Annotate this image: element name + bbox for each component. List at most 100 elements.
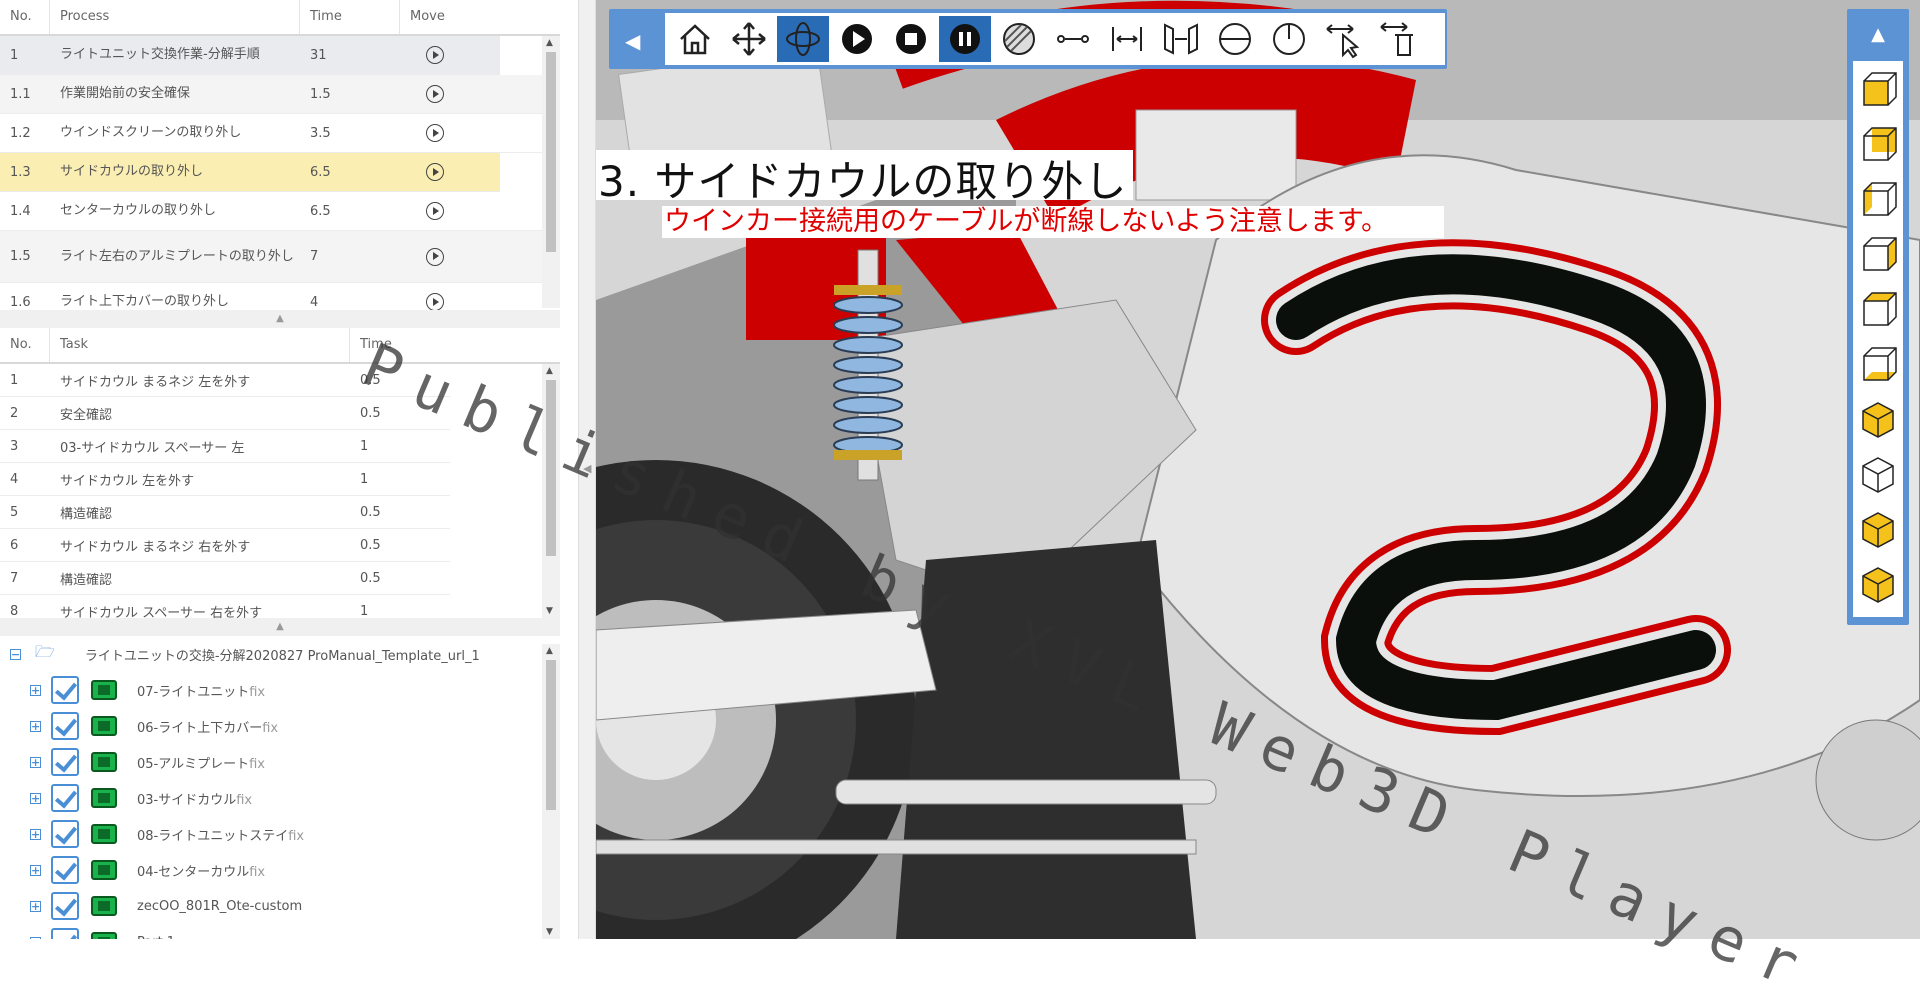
process-row[interactable]: 1 ライトユニット交換作業-分解手順 31 — [0, 36, 500, 75]
scroll-thumb[interactable] — [546, 52, 556, 252]
toolbar-collapse-icon[interactable]: ◀ — [625, 29, 640, 53]
task-row[interactable]: 1 サイドカウル まるネジ 左を外す 0.5 — [0, 364, 450, 397]
measure-pick-button[interactable] — [1317, 16, 1369, 62]
scroll-thumb[interactable] — [546, 660, 556, 810]
play-step-button[interactable] — [400, 36, 460, 74]
visibility-checkbox[interactable] — [51, 676, 79, 704]
play-step-button[interactable] — [400, 153, 460, 191]
pan-button[interactable] — [723, 16, 775, 62]
measure-delete-button[interactable] — [1371, 16, 1423, 62]
collapse-icon[interactable]: − — [10, 648, 21, 660]
right-view-button[interactable] — [1853, 226, 1903, 281]
scroll-down-icon[interactable]: ▼ — [546, 927, 553, 937]
visibility-checkbox[interactable] — [51, 712, 79, 740]
task-row[interactable]: 3 03-サイドカウル スペーサー 左 1 — [0, 430, 450, 463]
play-button[interactable] — [831, 16, 883, 62]
radius-button[interactable] — [1263, 16, 1315, 62]
play-step-button[interactable] — [400, 114, 460, 152]
collapse-up-icon[interactable]: ▲ — [276, 621, 284, 632]
scroll-thumb[interactable] — [546, 380, 556, 556]
tree-item[interactable]: +07-ライトユニットfix — [0, 672, 265, 708]
play-circle-icon[interactable] — [426, 247, 444, 266]
play-circle-icon[interactable] — [426, 124, 444, 142]
process-row[interactable]: 1.5 ライト左右のアルミプレートの取り外し 7 — [0, 231, 560, 283]
scroll-up-icon[interactable]: ▲ — [546, 646, 553, 656]
col-no-header[interactable]: No. — [0, 0, 50, 34]
task-row[interactable]: 7 構造確認 0.5 — [0, 562, 450, 595]
back-view-button[interactable] — [1853, 116, 1903, 171]
home-button[interactable] — [669, 16, 721, 62]
col-task-header[interactable]: Task — [50, 328, 350, 362]
pause-button[interactable] — [939, 16, 991, 62]
tree-item[interactable]: +08-ライトユニットステイfix — [0, 816, 304, 852]
3d-viewport[interactable] — [596, 0, 1920, 939]
col-time-header[interactable]: Time — [350, 328, 560, 362]
visibility-checkbox[interactable] — [51, 748, 79, 776]
expand-icon[interactable]: + — [30, 684, 41, 696]
expand-icon[interactable]: + — [30, 792, 41, 804]
left-view-button[interactable] — [1853, 171, 1903, 226]
play-step-button[interactable] — [400, 75, 460, 113]
play-circle-icon[interactable] — [426, 46, 444, 64]
play-circle-icon[interactable] — [426, 85, 444, 103]
expand-icon[interactable]: + — [30, 828, 41, 840]
task-row[interactable]: 4 サイドカウル 左を外す 1 — [0, 463, 450, 496]
task-row[interactable]: 5 構造確認 0.5 — [0, 496, 450, 529]
play-step-button[interactable] — [400, 192, 460, 230]
tree-item[interactable]: +06-ライト上下カバーfix — [0, 708, 278, 744]
visibility-checkbox[interactable] — [51, 820, 79, 848]
tree-item[interactable]: +03-サイドカウルfix — [0, 780, 252, 816]
expand-icon[interactable]: + — [30, 756, 41, 768]
play-step-button[interactable] — [400, 231, 460, 282]
tree-root[interactable]: − 🗁 ライトユニットの交換-分解2020827 ProManual_Templ… — [0, 636, 480, 672]
distance-points-button[interactable] — [1047, 16, 1099, 62]
pane-splitter-1[interactable]: ▲ — [0, 310, 560, 328]
rotate-button[interactable] — [777, 16, 829, 62]
distance-planes-button[interactable] — [1155, 16, 1207, 62]
iso-view-3-button[interactable] — [1853, 501, 1903, 556]
scroll-up-icon[interactable]: ▲ — [546, 366, 553, 376]
expand-icon[interactable]: + — [30, 864, 41, 876]
scroll-up-icon[interactable]: ▲ — [546, 38, 553, 48]
col-no-header[interactable]: No. — [0, 328, 50, 362]
col-move-header[interactable]: Move — [400, 0, 560, 34]
tree-item[interactable]: +Part 1 — [0, 924, 175, 939]
section-button[interactable] — [993, 16, 1045, 62]
panel-splitter[interactable]: ◀ — [578, 0, 596, 939]
task-row[interactable]: 6 サイドカウル まるネジ 右を外す 0.5 — [0, 529, 450, 562]
bottom-view-button[interactable] — [1853, 336, 1903, 391]
stop-button[interactable] — [885, 16, 937, 62]
process-row[interactable]: 1.4 センターカウルの取り外し 6.5 — [0, 192, 560, 231]
pane-splitter-2[interactable]: ▲ — [0, 618, 560, 636]
visibility-checkbox[interactable] — [51, 892, 79, 920]
task-row[interactable]: 8 サイドカウル スペーサー 右を外す 1 — [0, 595, 450, 619]
top-view-button[interactable] — [1853, 281, 1903, 336]
process-row[interactable]: 1.2 ウインドスクリーンの取り外し 3.5 — [0, 114, 560, 153]
col-time-header[interactable]: Time — [300, 0, 400, 34]
visibility-checkbox[interactable] — [51, 928, 79, 939]
tree-item[interactable]: + zecOO_801R_Ote-custom — [0, 888, 302, 924]
scroll-down-icon[interactable]: ▼ — [546, 606, 553, 616]
task-scrollbar[interactable]: ▲ ▼ — [542, 364, 560, 618]
play-circle-icon[interactable] — [426, 163, 444, 181]
visibility-checkbox[interactable] — [51, 856, 79, 884]
play-circle-icon[interactable] — [426, 202, 444, 220]
process-row[interactable]: 1.1 作業開始前の安全確保 1.5 — [0, 75, 560, 114]
process-scrollbar[interactable]: ▲ — [542, 36, 560, 308]
process-row[interactable]: 1.6 ライト上下カバーの取り外し 4 — [0, 283, 560, 310]
distance-edges-button[interactable] — [1101, 16, 1153, 62]
tree-item[interactable]: +05-アルミプレートfix — [0, 744, 265, 780]
process-row[interactable]: 1.3 サイドカウルの取り外し 6.5 — [0, 153, 500, 192]
sidebar-collapse-icon[interactable]: ▲ — [1847, 9, 1909, 61]
task-row[interactable]: 2 安全確認 0.5 — [0, 397, 450, 430]
col-process-header[interactable]: Process — [50, 0, 300, 34]
play-circle-icon[interactable] — [426, 293, 444, 310]
expand-icon[interactable]: + — [30, 900, 41, 912]
front-view-button[interactable] — [1853, 61, 1903, 116]
tree-item[interactable]: +04-センターカウルfix — [0, 852, 265, 888]
play-step-button[interactable] — [400, 283, 460, 310]
diameter-button[interactable] — [1209, 16, 1261, 62]
expand-icon[interactable]: + — [30, 720, 41, 732]
visibility-checkbox[interactable] — [51, 784, 79, 812]
iso-view-4-button[interactable] — [1853, 556, 1903, 611]
